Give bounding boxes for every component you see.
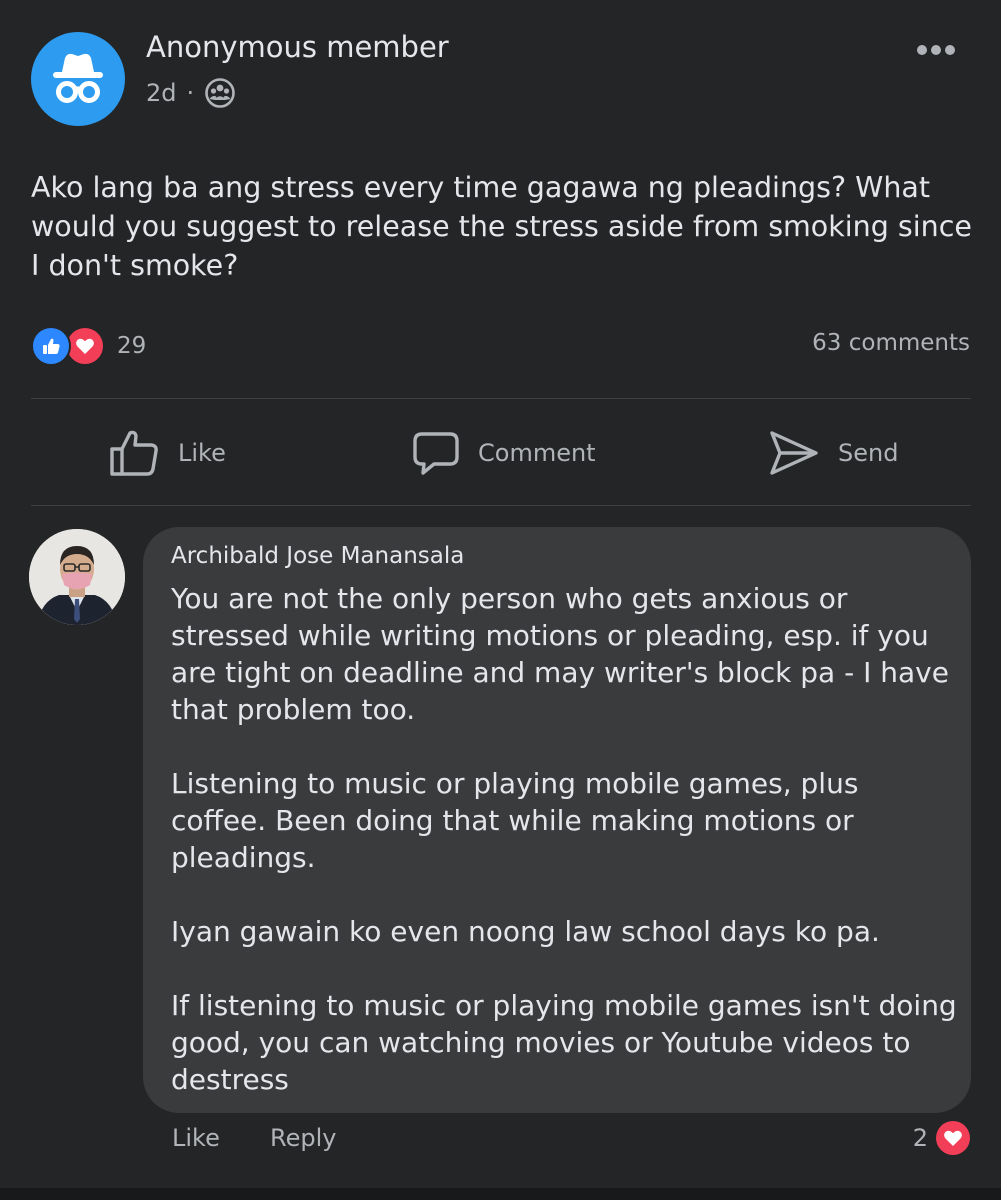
reaction-count: 29 [117,333,147,359]
send-icon [770,431,818,475]
thumbs-up-icon [110,430,158,476]
group-icon [205,78,235,108]
comment-paragraph: If listening to music or playing mobile … [171,989,957,1096]
comment-reactions[interactable]: 2 [913,1121,970,1155]
comment-paragraph: Iyan gawain ko even noong law school day… [171,915,880,948]
anonymous-avatar-icon[interactable] [31,32,125,126]
comment-label: Comment [478,439,596,467]
bottom-edge [0,1188,1001,1200]
more-options-icon[interactable] [914,38,958,62]
commenter-name[interactable]: Archibald Jose Manansala [171,543,464,569]
divider [31,505,971,506]
send-button[interactable]: Send [768,424,898,482]
comment-reaction-count: 2 [912,1124,928,1152]
send-label: Send [838,439,899,467]
commenter-avatar[interactable] [29,529,125,625]
comment-icon [413,432,459,475]
post-meta: 2d · [146,76,236,110]
post-reactions[interactable]: 29 [31,326,146,366]
divider [31,398,971,399]
meta-separator: · [186,79,195,107]
love-reaction-icon [936,1121,970,1155]
like-label: Like [178,439,226,467]
comment-like-button[interactable]: Like [172,1124,220,1152]
post-author-name[interactable]: Anonymous member [146,30,449,64]
comment-button[interactable]: Comment [412,424,596,482]
love-reaction-icon [65,326,105,366]
like-reaction-icon [31,326,71,366]
comment-reply-button[interactable]: Reply [270,1124,336,1152]
comment-paragraph: You are not the only person who gets anx… [171,582,949,726]
post-timestamp[interactable]: 2d [146,79,177,107]
comment-text: You are not the only person who gets anx… [171,580,961,1098]
comment-paragraph: Listening to music or playing mobile gam… [171,767,859,874]
post-text: Ako lang ba ang stress every time gagawa… [31,171,972,282]
comments-count-link[interactable]: 63 comments [812,330,970,356]
like-button[interactable]: Like [108,424,226,482]
